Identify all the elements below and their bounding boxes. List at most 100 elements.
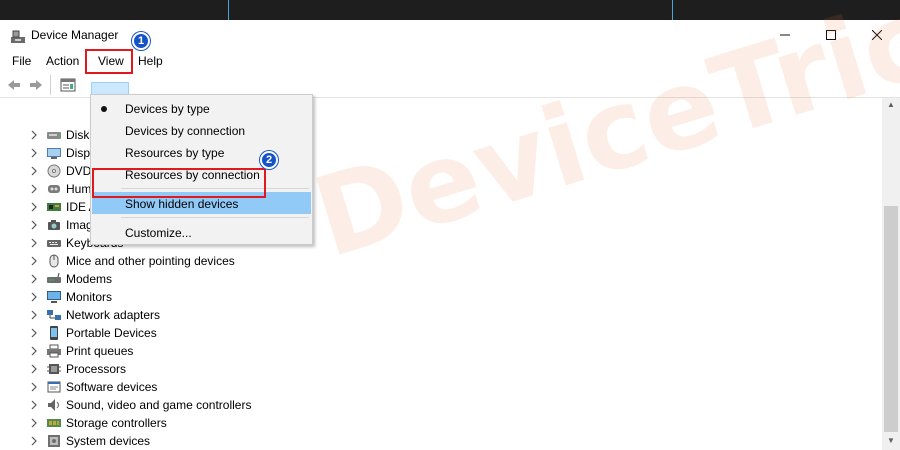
tree-item-label: Modems — [66, 272, 113, 286]
storage-controller-icon — [47, 419, 61, 427]
tree-item-mouse[interactable]: Mice and other pointing devices — [0, 252, 880, 270]
system-device-icon — [48, 435, 60, 447]
expand-chevron-icon[interactable] — [30, 328, 38, 338]
menu-item-devices-by-connection[interactable]: Devices by connection — [92, 119, 311, 141]
imaging-device-icon — [48, 220, 60, 230]
callout-badge-1: 1 — [132, 32, 150, 50]
tree-item-label: Print queues — [66, 344, 134, 358]
expand-chevron-icon[interactable] — [30, 202, 38, 212]
strip-divider — [228, 0, 229, 20]
callout-box-show-hidden — [92, 168, 266, 198]
scroll-thumb[interactable] — [884, 206, 898, 432]
expand-chevron-icon[interactable] — [30, 346, 38, 356]
background-taskbar-strip — [0, 0, 900, 20]
maximize-icon — [826, 30, 836, 40]
tree-item-storage-controller[interactable]: Storage controllers — [0, 414, 880, 432]
dvd-drive-icon — [47, 164, 61, 178]
tree-item-modem[interactable]: Modems — [0, 270, 880, 288]
tree-item-label: Disp — [66, 146, 91, 160]
back-arrow-icon[interactable] — [6, 77, 22, 93]
expand-chevron-icon[interactable] — [30, 220, 38, 230]
tree-item-portable-device[interactable]: Portable Devices — [0, 324, 880, 342]
device-manager-app-icon — [11, 30, 25, 43]
tree-item-label: Mice and other pointing devices — [66, 254, 235, 268]
selected-bullet-icon — [101, 106, 107, 112]
tree-item-label: Sound, video and game controllers — [66, 398, 252, 412]
tree-item-software-device[interactable]: Software devices — [0, 378, 880, 396]
expand-chevron-icon[interactable] — [30, 130, 38, 140]
tree-item-network-adapter[interactable]: Network adapters — [0, 306, 880, 324]
menu-item-resources-by-type[interactable]: Resources by type — [92, 141, 311, 163]
tree-item-label: Network adapters — [66, 308, 161, 322]
close-icon — [872, 30, 882, 40]
expand-chevron-icon[interactable] — [30, 382, 38, 392]
properties-icon[interactable] — [60, 77, 76, 93]
expand-chevron-icon[interactable] — [30, 238, 38, 248]
tree-item-monitor[interactable]: Monitors — [0, 288, 880, 306]
minimize-icon — [780, 34, 790, 36]
expand-chevron-icon[interactable] — [30, 400, 38, 410]
display-adapter-icon — [47, 148, 61, 159]
menu-item-label: Devices by connection — [125, 124, 246, 138]
tree-item-printer[interactable]: Print queues — [0, 342, 880, 360]
expand-chevron-icon[interactable] — [30, 148, 38, 158]
tree-item-label: Portable Devices — [66, 326, 157, 340]
expand-chevron-icon[interactable] — [30, 274, 38, 284]
tree-item-speaker[interactable]: Sound, video and game controllers — [0, 396, 880, 414]
menu-view[interactable]: View — [98, 54, 124, 68]
tree-item-label: System devices — [66, 434, 151, 448]
printer-icon — [47, 344, 61, 358]
vertical-scrollbar[interactable]: ▲ ▼ — [882, 98, 900, 450]
expand-chevron-icon[interactable] — [30, 292, 38, 302]
processor-icon — [47, 364, 61, 374]
menu-item-customize[interactable]: Customize... — [92, 221, 311, 243]
tree-item-processor[interactable]: Processors — [0, 360, 880, 378]
tree-item-label: Processors — [66, 362, 127, 376]
speaker-icon — [48, 399, 59, 411]
monitor-icon — [47, 291, 61, 303]
tree-item-label: Storage controllers — [66, 416, 167, 430]
toolbar-separator — [50, 75, 51, 95]
menu-item-devices-by-type[interactable]: Devices by type — [92, 97, 311, 119]
scroll-up-arrow-icon[interactable]: ▲ — [882, 100, 900, 114]
tree-item-label: Software devices — [66, 380, 158, 394]
tree-item-label: Imag — [66, 218, 93, 232]
menu-separator — [121, 217, 309, 218]
expand-chevron-icon[interactable] — [30, 436, 38, 446]
window-title: Device Manager — [31, 28, 119, 42]
maximize-button[interactable] — [808, 20, 854, 50]
callout-badge-2: 2 — [260, 151, 278, 169]
expand-chevron-icon[interactable] — [30, 364, 38, 374]
mouse-icon — [49, 254, 59, 268]
minimize-button[interactable] — [762, 20, 808, 50]
modem-icon — [47, 272, 61, 283]
close-button[interactable] — [854, 20, 900, 50]
disk-drive-icon — [47, 132, 61, 139]
menu-item-label: Devices by type — [125, 102, 210, 116]
tree-item-label: Hum — [66, 182, 92, 196]
menu-action[interactable]: Action — [46, 54, 79, 68]
expand-chevron-icon[interactable] — [30, 418, 38, 428]
tree-item-label: DVD — [66, 164, 92, 178]
menu-item-label: Resources by type — [125, 146, 225, 160]
scroll-down-arrow-icon[interactable]: ▼ — [882, 436, 900, 450]
expand-chevron-icon[interactable] — [30, 184, 38, 194]
software-device-icon — [47, 381, 61, 393]
network-adapter-icon — [47, 310, 61, 320]
portable-device-icon — [50, 326, 58, 340]
menu-help[interactable]: Help — [138, 54, 163, 68]
tree-item-label: Monitors — [66, 290, 113, 304]
menu-item-label: Show hidden devices — [125, 197, 239, 211]
expand-chevron-icon[interactable] — [30, 166, 38, 176]
menu-file[interactable]: File — [12, 54, 31, 68]
device-manager-window: Device Manager File Action View Help Dis… — [0, 0, 900, 450]
menu-bar: File Action View Help — [0, 50, 900, 102]
human-interface-icon — [48, 185, 60, 193]
forward-arrow-icon[interactable] — [28, 77, 44, 93]
tree-item-system-device[interactable]: System devices — [0, 432, 880, 450]
tree-item-label: Disk — [66, 128, 90, 142]
menu-item-label: Customize... — [125, 226, 192, 240]
strip-divider — [672, 0, 673, 20]
expand-chevron-icon[interactable] — [30, 310, 38, 320]
expand-chevron-icon[interactable] — [30, 256, 38, 266]
